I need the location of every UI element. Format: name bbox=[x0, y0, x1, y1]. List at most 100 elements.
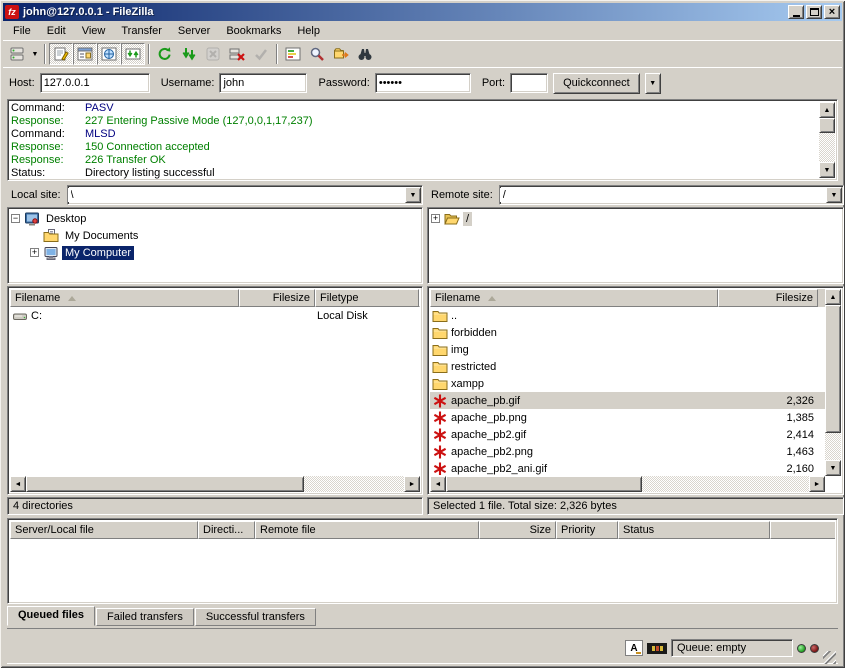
menu-file[interactable]: File bbox=[5, 23, 39, 39]
column-header-filetype[interactable]: Filetype bbox=[315, 289, 419, 307]
filter-icon bbox=[309, 46, 325, 62]
data-type-ascii-icon[interactable]: A bbox=[625, 640, 643, 656]
tab-failed-transfers[interactable]: Failed transfers bbox=[96, 608, 194, 626]
password-input[interactable] bbox=[375, 73, 471, 93]
local-site-input[interactable] bbox=[68, 188, 405, 202]
tree-expand-button[interactable]: + bbox=[30, 248, 39, 257]
file-name: C: bbox=[31, 310, 42, 322]
column-header-filename[interactable]: Filename bbox=[10, 289, 239, 307]
remote-site-dropdown-button[interactable]: ▼ bbox=[826, 187, 842, 203]
column-header-directi[interactable]: Directi... bbox=[198, 521, 255, 539]
file-row-item[interactable]: .. bbox=[430, 307, 825, 324]
host-input[interactable] bbox=[40, 73, 150, 93]
scroll-right-button[interactable]: ► bbox=[809, 476, 825, 492]
tree-item-my-documents[interactable]: My Documents bbox=[9, 227, 421, 244]
resize-grip[interactable] bbox=[823, 651, 836, 664]
column-header-filesize[interactable]: Filesize bbox=[239, 289, 315, 307]
local-site-combobox[interactable]: ▼ bbox=[67, 185, 423, 205]
scrollbar-thumb[interactable] bbox=[446, 476, 642, 492]
column-header-label: Status bbox=[623, 524, 654, 536]
file-row-apache-pb-png[interactable]: apache_pb.png1,385 bbox=[430, 409, 825, 426]
cancel-operation-button[interactable] bbox=[201, 43, 225, 65]
quickconnect-dropdown-button[interactable]: ▼ bbox=[645, 73, 661, 94]
file-row-forbidden[interactable]: forbidden bbox=[430, 324, 825, 341]
column-header-filename[interactable]: Filename bbox=[430, 289, 718, 307]
tree-expand-button[interactable]: + bbox=[431, 214, 440, 223]
column-header-l[interactable]: L bbox=[419, 289, 420, 307]
reconnect-button[interactable] bbox=[249, 43, 273, 65]
file-row-apache-pb2-gif[interactable]: apache_pb2.gif2,414 bbox=[430, 426, 825, 443]
remote-list-body: ..forbiddenimg restricted xamppapache_pb.g… bbox=[430, 307, 825, 475]
toggle-transfer-queue-button[interactable] bbox=[121, 43, 145, 65]
column-header-priority[interactable]: Priority bbox=[556, 521, 618, 539]
file-row-apache-pb2-png[interactable]: apache_pb2.png1,463 bbox=[430, 443, 825, 460]
menu-view[interactable]: View bbox=[74, 23, 114, 39]
column-header-label: Server/Local file bbox=[15, 524, 94, 536]
menu-bookmarks[interactable]: Bookmarks bbox=[218, 23, 289, 39]
column-header-remote-file[interactable]: Remote file bbox=[255, 521, 479, 539]
column-header-item[interactable] bbox=[770, 521, 835, 539]
file-row-xampp[interactable]: xampp bbox=[430, 375, 825, 392]
remote-site-input[interactable] bbox=[500, 188, 826, 202]
disconnect-button[interactable] bbox=[225, 43, 249, 65]
menu-help[interactable]: Help bbox=[289, 23, 328, 39]
remote-vertical-scrollbar[interactable]: ▲ ▼ bbox=[825, 289, 841, 476]
column-header-status[interactable]: Status bbox=[618, 521, 770, 539]
tab-queued-files[interactable]: Queued files bbox=[7, 606, 95, 626]
log-line: Command:PASV bbox=[11, 102, 817, 115]
scroll-left-button[interactable]: ◄ bbox=[430, 476, 446, 492]
image-file-icon bbox=[432, 393, 448, 409]
scroll-right-button[interactable]: ► bbox=[404, 476, 420, 492]
filename-filters-button[interactable] bbox=[305, 43, 329, 65]
maximize-button[interactable] bbox=[806, 5, 822, 19]
tree-item-my-computer[interactable]: +My Computer bbox=[9, 244, 421, 261]
tree-item-desktop[interactable]: −Desktop bbox=[9, 210, 421, 227]
quickconnect-button[interactable]: Quickconnect bbox=[553, 73, 640, 94]
quickconnect-bar: Host: Username: Password: Port: Quickcon… bbox=[3, 67, 842, 98]
file-search-button[interactable] bbox=[353, 43, 377, 65]
menu-edit[interactable]: Edit bbox=[39, 23, 74, 39]
file-row-apache-pb-gif[interactable]: apache_pb.gif2,326 bbox=[430, 392, 825, 409]
scroll-down-button[interactable]: ▼ bbox=[819, 162, 835, 178]
scrollbar-thumb[interactable] bbox=[825, 305, 841, 433]
tab-successful-transfers[interactable]: Successful transfers bbox=[195, 608, 316, 626]
file-name: restricted bbox=[451, 361, 496, 373]
status-indicator-icon[interactable] bbox=[647, 643, 667, 654]
tree-collapse-button[interactable]: − bbox=[11, 214, 20, 223]
remote-horizontal-scrollbar[interactable]: ◄ ► bbox=[430, 476, 825, 492]
scroll-down-button[interactable]: ▼ bbox=[825, 460, 841, 476]
toggle-message-log-button[interactable] bbox=[49, 43, 73, 65]
local-site-dropdown-button[interactable]: ▼ bbox=[405, 187, 421, 203]
column-header-label: Filename bbox=[15, 292, 60, 304]
remote-site-combobox[interactable]: ▼ bbox=[499, 185, 844, 205]
directory-comparison-button[interactable] bbox=[281, 43, 305, 65]
tree-item-item[interactable]: +/ bbox=[429, 210, 842, 227]
column-header-filesize[interactable]: Filesize bbox=[718, 289, 818, 307]
local-horizontal-scrollbar[interactable]: ◄ ► bbox=[10, 476, 420, 492]
port-input[interactable] bbox=[510, 73, 548, 93]
file-row-apache-pb2-ani-gif[interactable]: apache_pb2_ani.gif2,160 bbox=[430, 460, 825, 475]
log-scrollbar[interactable]: ▲ ▼ bbox=[819, 102, 835, 178]
scroll-up-button[interactable]: ▲ bbox=[819, 102, 835, 118]
menu-transfer[interactable]: Transfer bbox=[113, 23, 170, 39]
scroll-up-button[interactable]: ▲ bbox=[825, 289, 841, 305]
site-manager-button[interactable] bbox=[5, 43, 29, 65]
username-input[interactable] bbox=[219, 73, 307, 93]
scroll-left-button[interactable]: ◄ bbox=[10, 476, 26, 492]
file-row-c[interactable]: C:Local Disk bbox=[10, 307, 420, 324]
scrollbar-thumb[interactable] bbox=[819, 118, 835, 133]
refresh-button[interactable] bbox=[153, 43, 177, 65]
site-manager-dropdown-button[interactable]: ▼ bbox=[29, 43, 41, 65]
column-header-size[interactable]: Size bbox=[479, 521, 556, 539]
minimize-button[interactable] bbox=[788, 5, 804, 19]
column-header-server-local-file[interactable]: Server/Local file bbox=[10, 521, 198, 539]
file-row-img[interactable]: img bbox=[430, 341, 825, 358]
menu-server[interactable]: Server bbox=[170, 23, 218, 39]
close-button[interactable]: × bbox=[824, 5, 840, 19]
process-queue-button[interactable] bbox=[177, 43, 201, 65]
synchronized-browsing-button[interactable] bbox=[329, 43, 353, 65]
toggle-local-tree-button[interactable] bbox=[73, 43, 97, 65]
file-row-restricted[interactable]: restricted bbox=[430, 358, 825, 375]
scrollbar-thumb[interactable] bbox=[26, 476, 304, 492]
toggle-remote-tree-button[interactable] bbox=[97, 43, 121, 65]
